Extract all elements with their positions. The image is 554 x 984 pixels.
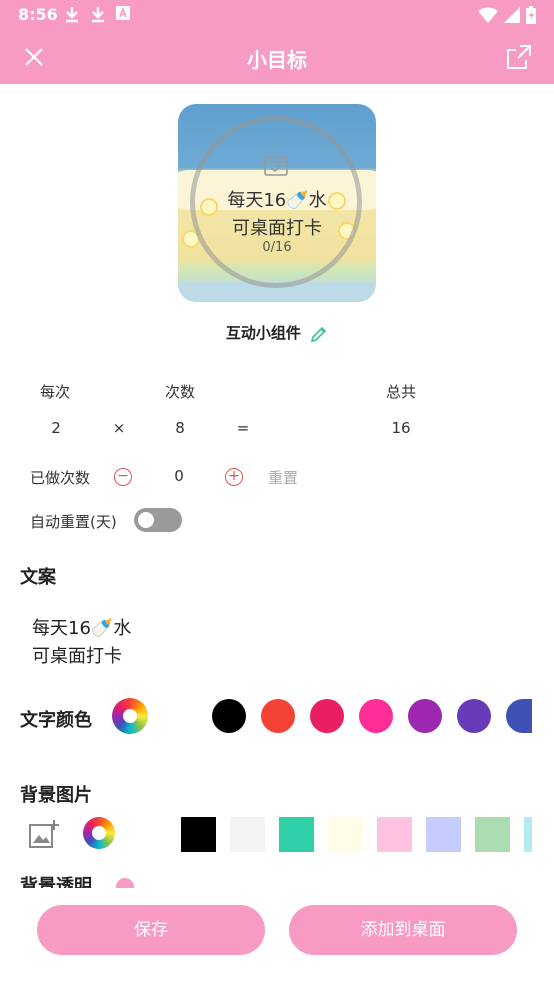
background-swatch[interactable] [279, 817, 314, 852]
auto-reset-toggle[interactable] [134, 508, 182, 532]
widget-line1: 每天16🍼水 [227, 190, 327, 211]
done-label: 已做次数 [30, 469, 91, 487]
widget-progress: 0/16 [262, 240, 292, 255]
decrement-button[interactable]: − [114, 468, 132, 486]
text-color-swatch[interactable] [408, 699, 442, 733]
times-symbol: × [112, 419, 126, 437]
save-button[interactable]: 保存 [37, 905, 265, 955]
status-bar: 8:56 [0, 0, 554, 30]
widget-label-text: 互动小组件 [225, 324, 301, 342]
color-wheel-icon[interactable] [112, 698, 148, 734]
background-swatch[interactable] [230, 817, 265, 852]
app-bar: 小目标 [0, 30, 554, 84]
done-value: 0 [174, 467, 184, 485]
status-time: 8:56 [18, 5, 58, 24]
times-label: 次数 [165, 383, 196, 401]
auto-reset-label: 自动重置(天) [30, 513, 117, 531]
each-label: 每次 [40, 383, 71, 401]
background-swatch[interactable] [426, 817, 461, 852]
reset-button[interactable]: 重置 [268, 467, 298, 488]
add-to-desktop-button[interactable]: 添加到桌面 [289, 905, 517, 955]
background-title: 背景图片 [20, 785, 92, 806]
download-icon [92, 7, 104, 23]
copy-line2[interactable]: 可桌面打卡 [32, 642, 122, 668]
each-value[interactable]: 2 [44, 419, 68, 437]
widget-preview[interactable]: 每天16🍼水 可桌面打卡 0/16 [178, 104, 376, 302]
text-color-swatch[interactable] [212, 699, 246, 733]
toggle-knob [138, 512, 154, 528]
background-swatch[interactable] [475, 817, 510, 852]
signal-icon [504, 7, 520, 23]
background-swatch[interactable] [328, 817, 363, 852]
total-label: 总共 [386, 383, 417, 401]
text-color-swatch[interactable] [359, 699, 393, 733]
copy-line1[interactable]: 每天16🍼水 [32, 614, 131, 640]
wifi-icon [478, 7, 498, 23]
text-color-swatch[interactable] [310, 699, 344, 733]
download-icon [66, 7, 78, 23]
text-color-swatch[interactable] [457, 699, 491, 733]
add-image-icon[interactable] [28, 818, 60, 850]
battery-icon [526, 6, 536, 24]
page-title: 小目标 [247, 48, 307, 72]
text-color-title: 文字颜色 [20, 710, 92, 731]
text-color-swatch[interactable] [261, 699, 295, 733]
font-icon [116, 6, 130, 20]
widget-line2: 可桌面打卡 [232, 218, 322, 239]
widget-label[interactable]: 互动小组件 [0, 322, 554, 343]
open-external-icon[interactable] [506, 44, 532, 70]
total-value: 16 [391, 419, 411, 437]
pencil-icon[interactable] [310, 325, 328, 343]
calendar-check-icon [264, 155, 288, 176]
equals-symbol: = [236, 419, 250, 437]
background-swatch[interactable] [377, 817, 412, 852]
color-wheel-icon[interactable] [83, 817, 115, 849]
times-value[interactable]: 8 [168, 419, 192, 437]
text-color-swatch[interactable] [506, 699, 532, 733]
background-swatch[interactable] [181, 817, 216, 852]
copy-section-title: 文案 [20, 567, 56, 588]
increment-button[interactable]: + [225, 468, 243, 486]
background-swatch[interactable] [524, 817, 532, 852]
